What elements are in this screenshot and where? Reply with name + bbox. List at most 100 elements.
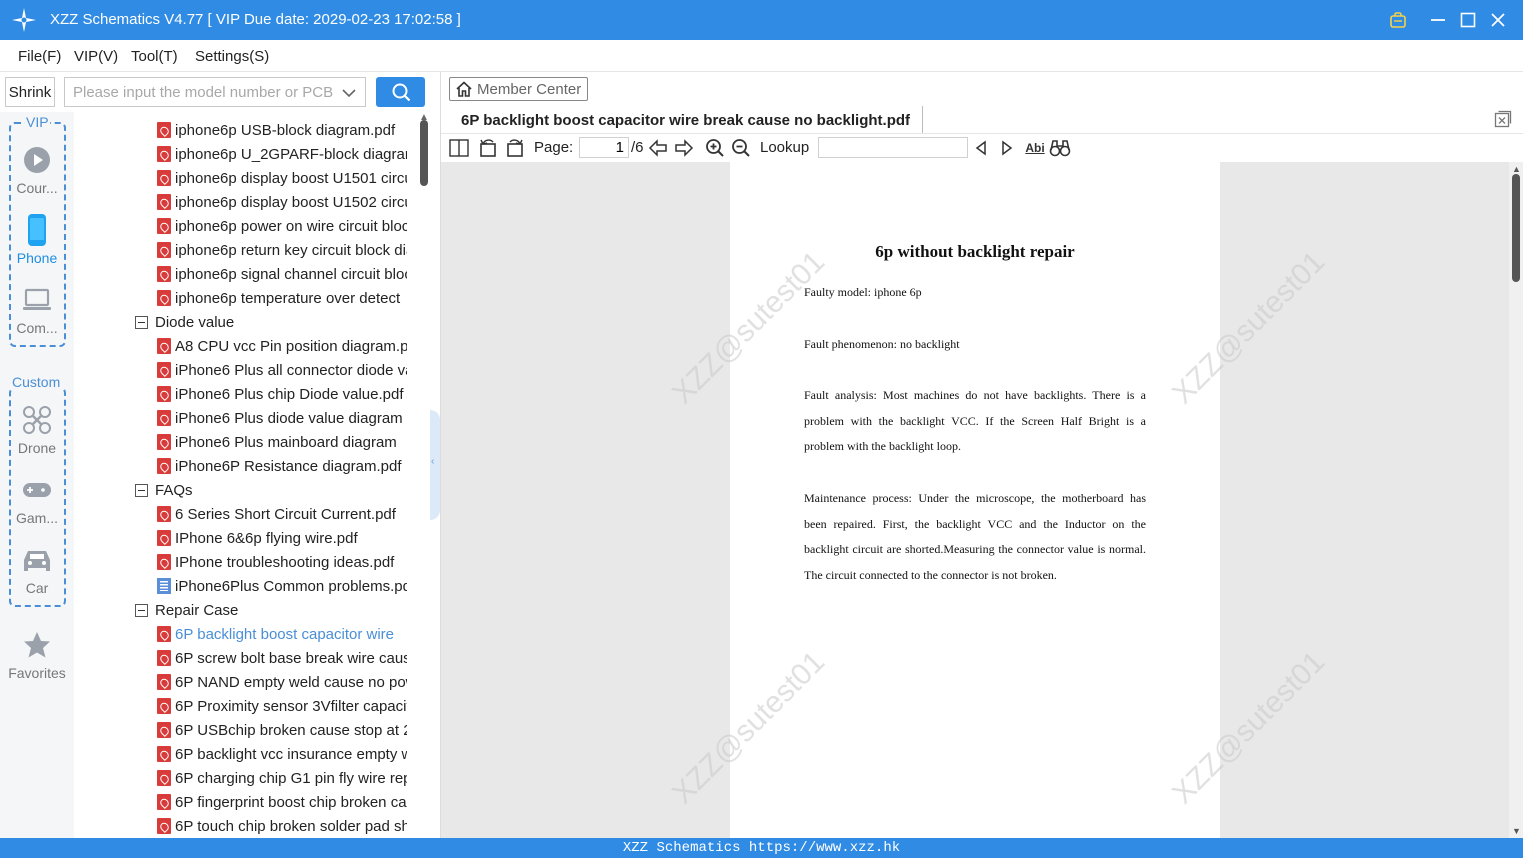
scroll-up-icon[interactable]: ▲: [1512, 164, 1521, 174]
shrink-button[interactable]: Shrink: [5, 77, 55, 107]
tree-item-label: iPhone6P Resistance diagram.pdf: [175, 457, 402, 475]
rail-item-phone[interactable]: Phone: [0, 214, 74, 266]
tree-file[interactable]: IPhone troubleshooting ideas.pdf: [157, 550, 407, 574]
rail-item-car[interactable]: Car: [0, 544, 74, 596]
search-input[interactable]: [65, 78, 335, 106]
lookup-input[interactable]: [818, 137, 968, 158]
arrow-left-icon: [648, 139, 667, 157]
tree-item-label: Repair Case: [155, 601, 239, 619]
pdf-file-icon: [157, 242, 171, 258]
tree-file[interactable]: iPhone6P Resistance diagram.pdf: [157, 454, 407, 478]
tree-folder[interactable]: Diode value: [135, 310, 405, 334]
maximize-button[interactable]: [1456, 8, 1480, 32]
tree-file[interactable]: iPhone6 Plus all connector diode value: [157, 358, 407, 382]
binoculars-icon: [1049, 140, 1071, 157]
pdf-page: 6p without backlight repair Faulty model…: [730, 162, 1220, 838]
close-button[interactable]: [1486, 8, 1510, 32]
tree-file[interactable]: iphone6p power on wire circuit block: [157, 214, 407, 238]
menu-file[interactable]: File(F): [18, 48, 61, 65]
rail-item-favorites[interactable]: Favorites: [0, 629, 74, 681]
menu-tool[interactable]: Tool(T): [131, 48, 178, 65]
tree-file[interactable]: iPhone6 Plus diode value diagram: [157, 406, 407, 430]
tree-file[interactable]: iphone6p U_2GPARF-block diagram: [157, 142, 407, 166]
tree-file[interactable]: A8 CPU vcc Pin position diagram.pdf: [157, 334, 407, 358]
tree-item-label: 6P backlight boost capacitor wire: [175, 625, 395, 643]
tree-item-label: iPhone6 Plus all connector diode value: [175, 361, 407, 379]
tree-folder[interactable]: Repair Case: [135, 598, 405, 622]
pdf-file-icon: [157, 146, 171, 162]
rotate-left-button[interactable]: [477, 137, 499, 159]
document-title: 6p without backlight repair: [875, 242, 1075, 261]
tree-item-label: iPhone6 Plus chip Diode value.pdf: [175, 385, 404, 403]
viewer-scrollbar[interactable]: ▲ ▼: [1509, 162, 1523, 838]
collapse-icon[interactable]: [135, 483, 148, 497]
tree-file[interactable]: 6P backlight boost capacitor wire: [157, 622, 407, 646]
rotate-right-button[interactable]: [504, 137, 526, 159]
doc-file-icon: [157, 578, 171, 594]
drone-icon: [23, 406, 51, 434]
tree-folder[interactable]: FAQs: [135, 478, 405, 502]
pdf-viewer[interactable]: 6p without backlight repair Faulty model…: [441, 162, 1509, 838]
tree-file[interactable]: 6P fingerprint boost chip broken cause: [157, 790, 407, 814]
find-all-button[interactable]: [1049, 137, 1071, 159]
tree-file[interactable]: iphone6p temperature over detect: [157, 286, 407, 310]
tree-file[interactable]: 6P touch chip broken solder pad short: [157, 814, 407, 838]
vip-bag-icon[interactable]: [1386, 8, 1410, 32]
zoom-in-button[interactable]: [704, 137, 726, 159]
previous-page-button[interactable]: [647, 137, 669, 159]
find-next-button[interactable]: [996, 137, 1018, 159]
find-previous-button[interactable]: [970, 137, 992, 159]
tree-item-label: A8 CPU vcc Pin position diagram.pdf: [175, 337, 407, 355]
next-page-button[interactable]: [673, 137, 695, 159]
tree-item-label: 6P backlight vcc insurance empty weld: [175, 745, 407, 763]
minimize-button[interactable]: [1426, 8, 1450, 32]
tree-item-label: 6P screw bolt base break wire cause: [175, 649, 407, 667]
pdf-file-icon: [157, 362, 171, 378]
tree-file[interactable]: 6P Proximity sensor 3Vfilter capacitor: [157, 694, 407, 718]
search-button[interactable]: [376, 77, 425, 107]
tree-item-label: iPhone6Plus Common problems.pdf: [175, 577, 407, 595]
tree-file[interactable]: 6P USBchip broken cause stop at 2: [157, 718, 407, 742]
tree-scrollbar[interactable]: [420, 120, 428, 186]
menu-settings[interactable]: Settings(S): [195, 48, 269, 65]
tree-file[interactable]: 6P NAND empty weld cause no power: [157, 670, 407, 694]
star-icon: [24, 632, 50, 658]
panel-splitter[interactable]: ‹: [430, 410, 440, 520]
rail-item-drone[interactable]: Drone: [0, 404, 74, 456]
pdf-file-icon: [157, 338, 171, 354]
toggle-sidebar-button[interactable]: [448, 137, 470, 159]
tree-file[interactable]: 6 Series Short Circuit Current.pdf: [157, 502, 407, 526]
pdf-file-icon: [157, 674, 171, 690]
search-icon: [392, 83, 410, 102]
tree-file[interactable]: 6P backlight vcc insurance empty weld: [157, 742, 407, 766]
tree-file[interactable]: iPhone6 Plus chip Diode value.pdf: [157, 382, 407, 406]
member-center-button[interactable]: Member Center: [449, 77, 588, 101]
zoom-out-button[interactable]: [730, 137, 752, 159]
tree-file[interactable]: iphone6p signal channel circuit block: [157, 262, 407, 286]
match-text-button[interactable]: Abi: [1023, 137, 1047, 159]
close-tab-icon[interactable]: [1494, 110, 1512, 128]
document-tab[interactable]: 6P backlight boost capacitor wire break …: [449, 106, 924, 134]
collapse-icon[interactable]: [135, 315, 148, 329]
tree-file[interactable]: iphone6p USB-block diagram.pdf: [157, 118, 407, 142]
tree-file[interactable]: 6P screw bolt base break wire cause: [157, 646, 407, 670]
rail-item-computer[interactable]: Com...: [0, 284, 74, 336]
file-tree: iphone6p USB-block diagram.pdf iphone6p U…: [74, 112, 430, 838]
tree-file[interactable]: iphone6p display boost U1502 circuit: [157, 190, 407, 214]
tree-file[interactable]: iPhone6 Plus mainboard diagram: [157, 430, 407, 454]
rail-item-label: Gam...: [15, 510, 58, 526]
pdf-file-icon: [157, 650, 171, 666]
tree-file[interactable]: iphone6p return key circuit block diagra…: [157, 238, 407, 262]
menu-vip[interactable]: VIP(V): [74, 48, 118, 65]
scroll-down-icon[interactable]: ▼: [1512, 826, 1521, 836]
tree-file[interactable]: iphone6p display boost U1501 circuit: [157, 166, 407, 190]
tree-file[interactable]: 6P charging chip G1 pin fly wire repair: [157, 766, 407, 790]
rail-item-courses[interactable]: Cour...: [0, 144, 74, 196]
rail-item-games[interactable]: Gam...: [0, 474, 74, 526]
tree-file[interactable]: iPhone6Plus Common problems.pdf: [157, 574, 407, 598]
page-number-input[interactable]: [579, 137, 629, 158]
tree-file[interactable]: IPhone 6&6p flying wire.pdf: [157, 526, 407, 550]
chevron-down-icon[interactable]: [341, 85, 357, 101]
viewer-scroll-thumb[interactable]: [1512, 174, 1520, 282]
collapse-icon[interactable]: [135, 603, 148, 617]
